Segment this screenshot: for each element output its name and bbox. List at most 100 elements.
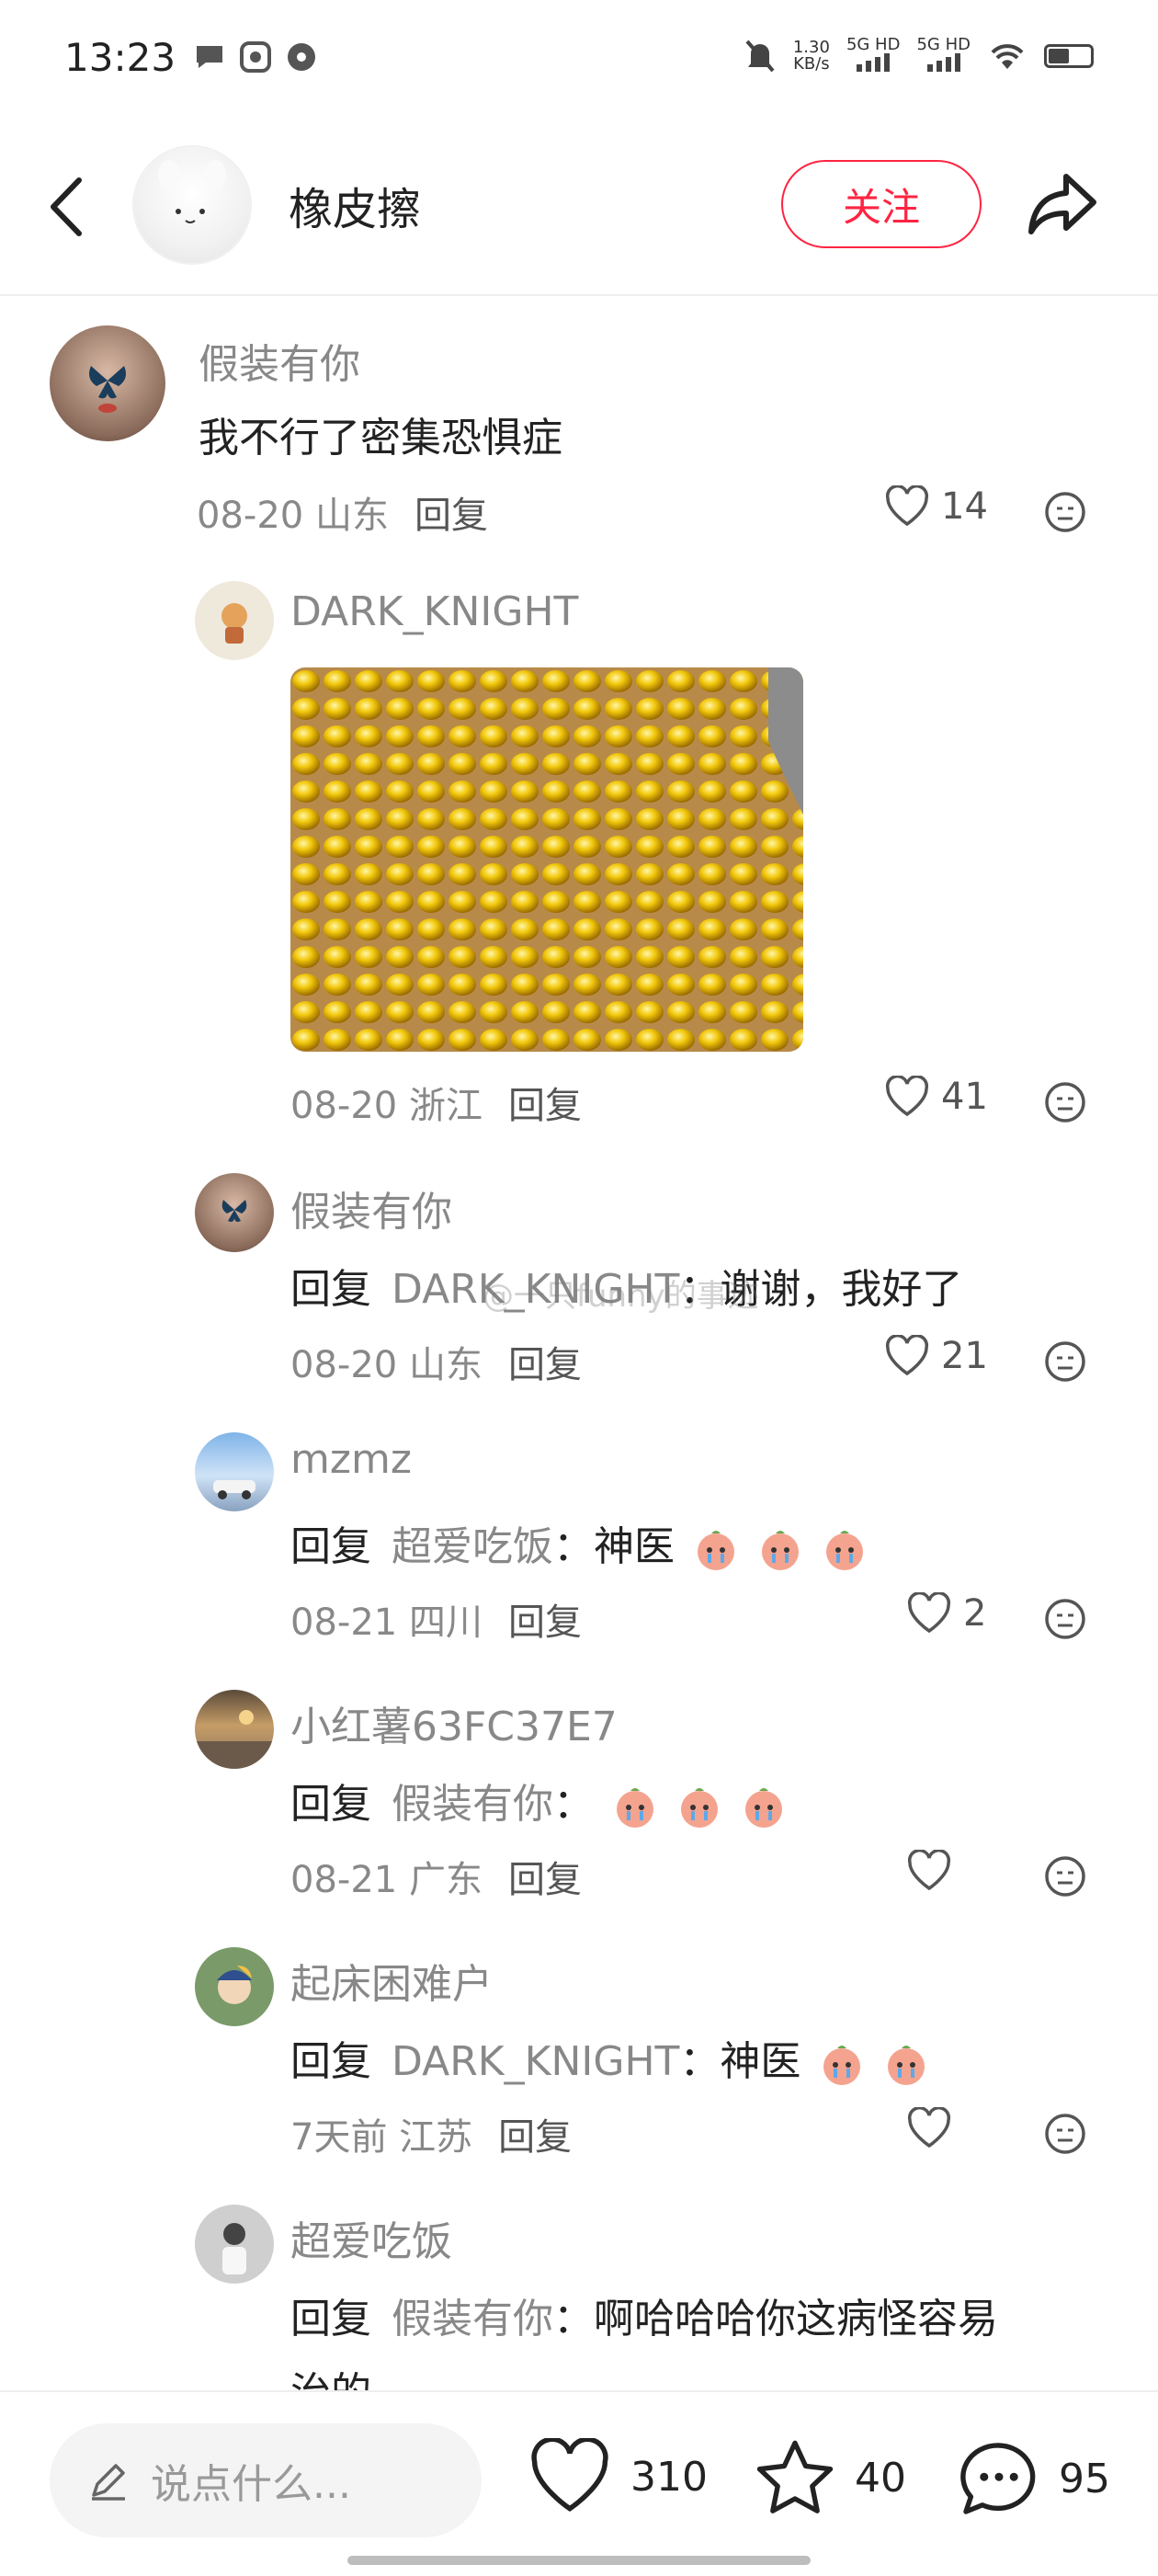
reply-prefix: 回复 <box>290 1781 371 1828</box>
like-count: 41 <box>941 1076 988 1118</box>
comment-post-button[interactable]: 95 <box>958 2438 1110 2519</box>
comment-text[interactable]: 我不行了密集恐惧症 <box>199 405 562 463</box>
reply-target-user[interactable]: DARK_KNIGHT <box>392 2038 679 2085</box>
home-indicator[interactable] <box>347 2556 811 2565</box>
comment-input[interactable]: 说点什么... <box>50 2423 482 2537</box>
reply-button[interactable]: 回复 <box>508 1344 582 1386</box>
comment-username[interactable]: mzmz <box>290 1436 412 1483</box>
comment-avatar[interactable] <box>195 581 274 660</box>
like-button[interactable] <box>906 1850 952 1892</box>
back-arrow-icon[interactable] <box>44 175 90 239</box>
comment-username[interactable]: 假装有你 <box>290 1179 452 1237</box>
status-system-icons: 1.30 KB/s 5G HD 5G HD <box>744 37 1094 75</box>
post-comment-count: 95 <box>1059 2455 1110 2502</box>
comment-username[interactable]: 超爱吃饭 <box>290 2208 452 2267</box>
reply-button[interactable]: 回复 <box>508 1601 582 1644</box>
heart-icon <box>885 1076 929 1117</box>
butterfly-icon <box>89 366 126 413</box>
dislike-face-icon[interactable] <box>1044 1598 1086 1640</box>
reply-text: ： <box>553 1781 594 1828</box>
like-post-button[interactable]: 310 <box>528 2438 708 2515</box>
like-button[interactable]: 41 <box>884 1076 988 1118</box>
status-notification-icons <box>193 40 318 74</box>
reply-target-user[interactable]: 超爱吃饭 <box>392 1523 553 1570</box>
dislike-face-icon[interactable] <box>1044 2113 1086 2155</box>
comment-avatar[interactable] <box>195 1947 274 2026</box>
comment-location: 山东 <box>314 495 389 537</box>
reply-button[interactable]: 回复 <box>508 1085 582 1127</box>
comment-avatar[interactable] <box>195 2205 274 2284</box>
comment-date: 08-20 <box>197 495 304 537</box>
reply-prefix: 回复 <box>290 1523 371 1570</box>
crying-peach-emoji-icon <box>745 1788 782 1828</box>
reply-text: ：神医 <box>679 2038 801 2085</box>
crying-peach-emoji-icon <box>698 1531 734 1570</box>
comment-username[interactable]: 起床困难户 <box>290 1951 493 2010</box>
comment-location: 四川 <box>408 1601 482 1644</box>
comment-meta: 08-20 山东 回复 <box>290 1335 582 1388</box>
person-photo-icon <box>222 2223 246 2274</box>
comment-text[interactable]: 回复 假装有你：啊哈哈哈你这病怪容易 <box>290 2285 998 2344</box>
comment-text[interactable]: 回复 假装有你： <box>290 1771 787 1829</box>
comment-username[interactable]: 假装有你 <box>199 331 360 390</box>
author-avatar[interactable] <box>134 147 250 263</box>
share-icon[interactable] <box>1026 167 1099 241</box>
dislike-face-icon[interactable] <box>1044 1340 1086 1383</box>
comment-date: 7天前 <box>290 2116 388 2159</box>
post-star-count: 40 <box>855 2454 906 2502</box>
message-icon <box>197 46 222 68</box>
comment-username[interactable]: DARK_KNIGHT <box>290 588 578 635</box>
network-speed: 1.30 KB/s <box>793 40 830 73</box>
comment-avatar[interactable] <box>195 1690 274 1769</box>
status-time: 13:23 <box>64 35 176 80</box>
reply-button[interactable]: 回复 <box>414 495 488 537</box>
comment-date: 08-21 <box>290 1601 398 1644</box>
dislike-face-icon[interactable] <box>1044 1855 1086 1898</box>
signal-2-label: 5G HD <box>916 35 971 54</box>
car-scene-icon <box>213 1480 255 1499</box>
dislike-face-icon[interactable] <box>1044 1081 1086 1123</box>
comment-username[interactable]: 小红薯63FC37E7 <box>290 1693 618 1752</box>
comment-location: 江苏 <box>399 2116 473 2159</box>
follow-button[interactable]: 关注 <box>781 160 982 248</box>
comment-meta: 7天前 江苏 回复 <box>290 2107 572 2160</box>
like-count: 2 <box>963 1592 987 1635</box>
comment-input-placeholder: 说点什么... <box>151 2461 351 2508</box>
reply-target-user[interactable]: 假装有你 <box>392 1781 553 1828</box>
reply-button[interactable]: 回复 <box>508 1859 582 1901</box>
like-button[interactable]: 21 <box>884 1335 988 1377</box>
heart-icon <box>531 2438 608 2512</box>
heart-icon <box>907 1850 951 1891</box>
like-count: 14 <box>941 485 988 528</box>
crying-peach-emoji-icon <box>826 1531 863 1570</box>
reply-button[interactable]: 回复 <box>498 2116 572 2159</box>
comment-text[interactable]: 回复 超爱吃饭：神医 <box>290 1513 868 1572</box>
crying-peach-emoji-icon <box>888 2046 925 2085</box>
reply-target-user[interactable]: 假装有你 <box>392 2296 553 2342</box>
mute-bell-icon <box>745 40 775 73</box>
like-button[interactable] <box>906 2107 952 2149</box>
like-button[interactable]: 2 <box>906 1592 986 1635</box>
favorite-post-button[interactable]: 40 <box>754 2438 906 2517</box>
comment-avatar[interactable] <box>50 325 165 441</box>
comment-image-gold-beads[interactable] <box>290 667 803 1052</box>
like-button[interactable]: 14 <box>884 485 988 528</box>
author-name[interactable]: 橡皮擦 <box>289 173 421 237</box>
battery-fill <box>1049 49 1069 63</box>
comment-text[interactable]: 回复 DARK_KNIGHT：神医 <box>290 2028 929 2087</box>
post-like-count: 310 <box>630 2453 708 2501</box>
butterfly-icon <box>221 1200 247 1222</box>
dislike-face-icon[interactable] <box>1044 491 1086 533</box>
beach-sunset-icon <box>195 1710 274 1769</box>
comment-location: 山东 <box>408 1344 482 1386</box>
comment-avatar[interactable] <box>195 1432 274 1511</box>
signal-1: 5G HD <box>846 37 900 75</box>
signal-2-bars-icon <box>926 53 960 72</box>
comment-avatar[interactable] <box>195 1173 274 1252</box>
comment-date: 08-20 <box>290 1344 398 1386</box>
reply-text: ：啊哈哈哈你这病怪容易 <box>553 2296 998 2342</box>
reply-prefix: 回复 <box>290 2296 371 2342</box>
heart-icon <box>885 485 929 527</box>
comment-date: 08-21 <box>290 1859 398 1901</box>
author-avatar-face-icon <box>158 160 226 223</box>
